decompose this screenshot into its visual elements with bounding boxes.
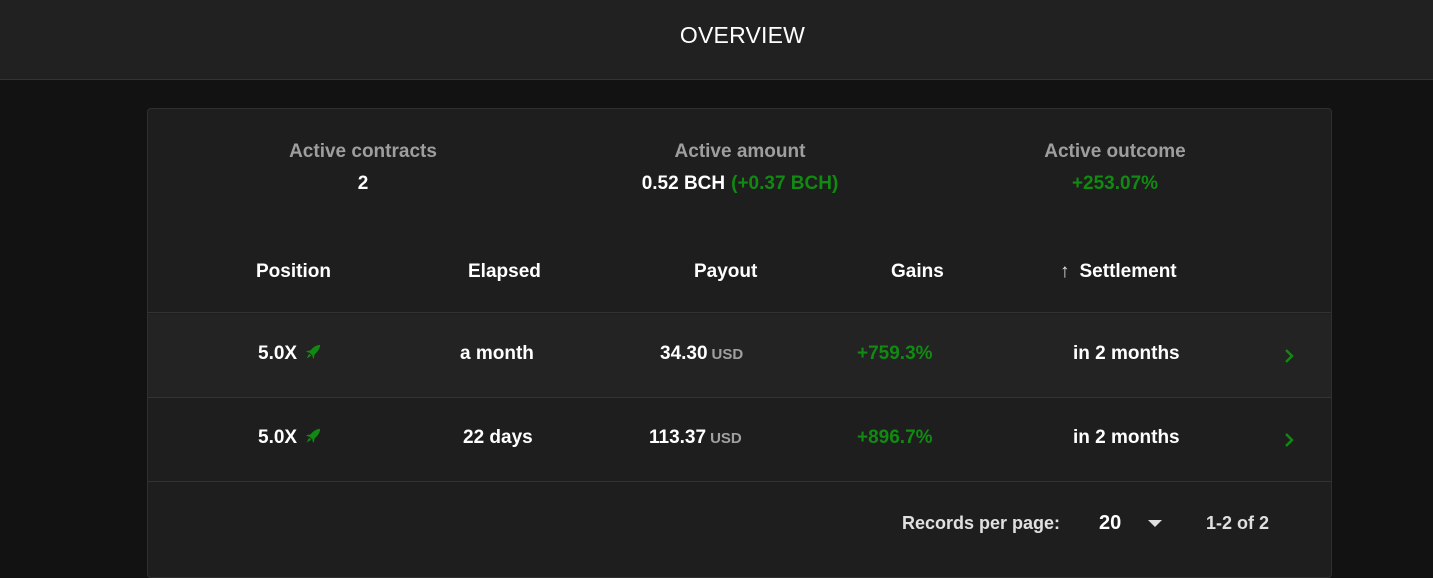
column-header-position[interactable]: Position bbox=[256, 261, 331, 283]
payout-cell: 113.37 USD bbox=[649, 427, 742, 449]
position-cell: 5.0X bbox=[258, 343, 325, 365]
payout-value: 113.37 bbox=[649, 427, 707, 448]
column-header-settlement-label: Settlement bbox=[1079, 261, 1177, 282]
position-cell: 5.0X bbox=[258, 427, 325, 449]
table-row[interactable]: 5.0X a month 34.30 USD +759.3% in 2 month… bbox=[148, 314, 1331, 398]
gains-cell: +759.3% bbox=[857, 343, 933, 364]
caret-down-icon bbox=[1148, 520, 1162, 527]
rocket-icon bbox=[306, 428, 321, 444]
column-header-gains[interactable]: Gains bbox=[891, 261, 944, 283]
chevron-right-icon[interactable] bbox=[1275, 338, 1305, 374]
top-app-bar: OVERVIEW bbox=[0, 0, 1433, 80]
payout-cell: 34.30 USD bbox=[660, 343, 743, 365]
records-per-page-select[interactable]: 20 bbox=[1093, 505, 1165, 541]
records-per-page-value: 20 bbox=[1099, 512, 1122, 534]
records-per-page-label: Records per page: bbox=[902, 513, 1061, 533]
column-header-payout[interactable]: Payout bbox=[694, 261, 757, 283]
table-header: Position Elapsed Payout Gains ↑ Settlemen… bbox=[148, 233, 1331, 313]
elapsed-cell: a month bbox=[460, 343, 534, 364]
payout-currency: USD bbox=[711, 346, 744, 363]
active-amount-label: Active amount bbox=[674, 141, 806, 162]
payout-value: 34.30 bbox=[660, 343, 708, 364]
position-value: 5.0X bbox=[258, 343, 298, 364]
active-amount-value-line: 0.52 BCH (+0.37 BCH) bbox=[580, 173, 900, 195]
active-outcome-label: Active outcome bbox=[1044, 141, 1186, 162]
settlement-cell: in 2 months bbox=[1073, 343, 1180, 364]
payout-currency: USD bbox=[710, 430, 742, 447]
active-contracts-stat: Active contracts 2 bbox=[203, 141, 523, 195]
position-value: 5.0X bbox=[258, 427, 298, 448]
active-contracts-value: 2 bbox=[357, 173, 369, 194]
gains-cell: +896.7% bbox=[857, 427, 933, 448]
column-header-settlement[interactable]: ↑ Settlement bbox=[1060, 261, 1177, 283]
active-outcome-value: +253.07% bbox=[1071, 173, 1159, 194]
pagination-range: 1-2 of 2 bbox=[1206, 513, 1270, 533]
table-row[interactable]: 5.0X 22 days 113.37 USD +896.7% in 2 mont… bbox=[148, 398, 1331, 482]
column-header-elapsed[interactable]: Elapsed bbox=[468, 261, 541, 283]
arrow-up-icon: ↑ bbox=[1060, 261, 1070, 282]
active-outcome-stat: Active outcome +253.07% bbox=[955, 141, 1275, 195]
table-footer: Records per page: 20 1-2 of 2 bbox=[148, 483, 1331, 563]
active-amount-stat: Active amount 0.52 BCH (+0.37 BCH) bbox=[580, 141, 900, 195]
overview-card: Active contracts 2 Active amount 0.52 BC… bbox=[147, 108, 1332, 578]
active-contracts-label: Active contracts bbox=[289, 141, 437, 162]
chevron-right-icon[interactable] bbox=[1275, 422, 1305, 458]
settlement-cell: in 2 months bbox=[1073, 427, 1180, 448]
active-amount-change: (+0.37 BCH) bbox=[731, 173, 839, 194]
active-amount-value: 0.52 BCH bbox=[641, 173, 726, 194]
page-title: OVERVIEW bbox=[679, 22, 806, 48]
rocket-icon bbox=[306, 344, 321, 360]
elapsed-cell: 22 days bbox=[463, 427, 533, 448]
